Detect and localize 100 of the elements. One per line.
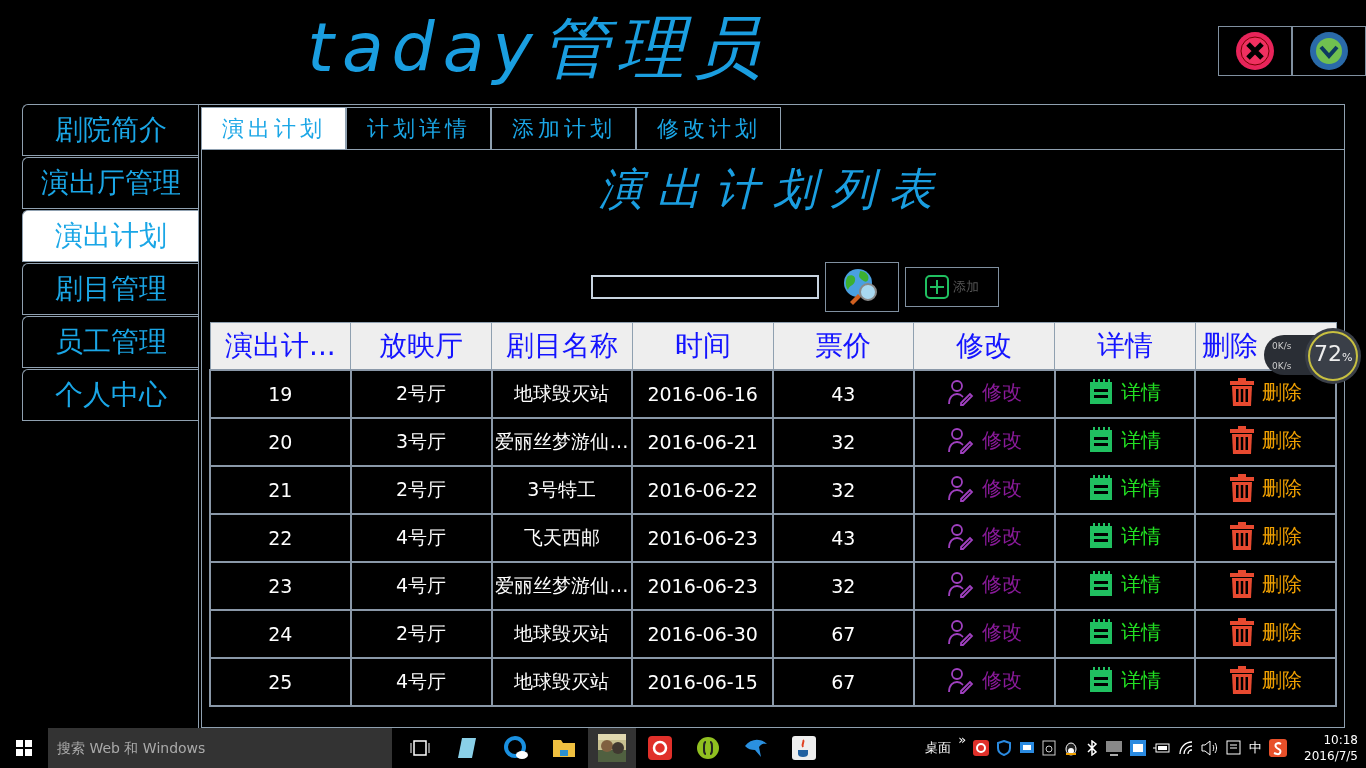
trash-icon	[1229, 666, 1254, 694]
table-cell: 67	[773, 658, 914, 706]
trash-icon	[1229, 570, 1254, 598]
devices-icon[interactable]	[1019, 740, 1036, 756]
table-cell: 2016-06-22	[632, 466, 773, 514]
task-view-icon[interactable]	[410, 740, 430, 756]
search-button[interactable]	[825, 262, 899, 312]
notepad-icon	[1088, 523, 1113, 550]
app-title: taday管理员	[307, 7, 769, 89]
person-pen-icon	[946, 474, 975, 502]
column-header: 时间	[632, 322, 773, 370]
person-pen-icon	[946, 618, 975, 646]
table-cell: 地球毁灭站	[491, 610, 633, 658]
person-pen-icon	[946, 666, 975, 694]
notification-icon[interactable]	[1226, 740, 1243, 756]
notepad-icon	[1088, 475, 1113, 502]
column-header: 演出计...	[210, 322, 351, 370]
table-cell: 32	[773, 562, 914, 610]
battery-icon[interactable]	[1153, 742, 1172, 754]
tab[interactable]: 计划详情	[346, 107, 491, 149]
music-app-icon[interactable]	[648, 736, 672, 760]
cloud-app-icon[interactable]	[503, 736, 529, 760]
sidebar-item[interactable]: 剧目管理	[22, 263, 198, 315]
person-pen-icon	[946, 570, 975, 598]
desktop-label[interactable]: 桌面	[925, 739, 952, 757]
camera-icon[interactable]	[1042, 740, 1057, 756]
ime-indicator[interactable]: 中	[1249, 739, 1263, 757]
table-cell: 2号厅	[350, 610, 492, 658]
search-field[interactable]	[591, 275, 819, 299]
plus-icon	[925, 275, 949, 299]
notepad-icon	[1088, 427, 1113, 454]
table-cell: 2016-06-15	[632, 658, 773, 706]
shield-icon[interactable]	[996, 740, 1013, 756]
notepad-icon	[1088, 379, 1113, 406]
download-rate: 0K/s	[1272, 361, 1292, 371]
upload-rate: 0K/s	[1272, 341, 1292, 351]
sidebar-item[interactable]: 演出厅管理	[22, 157, 198, 209]
person-pen-icon	[946, 426, 975, 454]
column-header: 票价	[773, 322, 914, 370]
column-header: 修改	[913, 322, 1055, 370]
table-cell: 22	[210, 514, 351, 562]
table-cell: 2号厅	[350, 370, 492, 418]
table-cell: 3号厅	[350, 418, 492, 466]
table-cell: 67	[773, 610, 914, 658]
taskbar-search-field[interactable]: 搜索 Web 和 Windows	[48, 728, 392, 768]
clock-time[interactable]: 10:18	[1323, 732, 1358, 748]
table-cell: 爱丽丝梦游仙…	[491, 418, 633, 466]
coffee-cup-icon[interactable]	[792, 736, 816, 760]
close-button[interactable]	[1218, 26, 1292, 76]
table-cell: 19	[210, 370, 351, 418]
keyboard-icon[interactable]	[1130, 740, 1147, 756]
page-title: 演出计划列表	[599, 162, 947, 216]
column-header: 详情	[1054, 322, 1196, 370]
notepad-icon	[1088, 619, 1113, 646]
tab[interactable]: 添加计划	[491, 107, 636, 149]
folder-icon[interactable]	[552, 738, 576, 758]
table-cell: 23	[210, 562, 351, 610]
overflow-label[interactable]: »	[958, 732, 967, 747]
tab[interactable]: 修改计划	[636, 107, 781, 149]
table-cell: 25	[210, 658, 351, 706]
notepad-icon	[1088, 667, 1113, 694]
windows-icon[interactable]	[16, 740, 32, 756]
chevron-circle-icon	[1309, 31, 1349, 71]
table-cell: 32	[773, 418, 914, 466]
column-header: 剧目名称	[491, 322, 633, 370]
column-header: 放映厅	[350, 322, 492, 370]
table-cell: 43	[773, 514, 914, 562]
trash-icon	[1229, 618, 1254, 646]
clock-date[interactable]: 2016/7/5	[1304, 748, 1358, 764]
person-pen-icon	[946, 378, 975, 406]
table-cell: 3号特工	[491, 466, 633, 514]
table-cell: 2016-06-23	[632, 562, 773, 610]
table-cell: 2016-06-30	[632, 610, 773, 658]
table-cell: 4号厅	[350, 562, 492, 610]
table-cell: 43	[773, 370, 914, 418]
table-cell: 21	[210, 466, 351, 514]
braces-app-icon[interactable]	[696, 736, 720, 760]
table-cell: 20	[210, 418, 351, 466]
sidebar-item[interactable]: 个人中心	[22, 369, 198, 421]
speaker-icon[interactable]	[1201, 740, 1220, 756]
memory-percent: 72%	[1314, 341, 1353, 366]
table-cell: 32	[773, 466, 914, 514]
music-tray-icon[interactable]	[973, 740, 990, 756]
table-cell: 2016-06-21	[632, 418, 773, 466]
sidebar-item[interactable]: 剧院简介	[22, 104, 198, 156]
table-cell: 2号厅	[350, 466, 492, 514]
penguin-icon[interactable]	[1063, 740, 1080, 756]
table-cell: 2016-06-23	[632, 514, 773, 562]
notepad-icon	[1088, 571, 1113, 598]
wifi-icon[interactable]	[1178, 740, 1195, 756]
table-cell: 飞天西邮	[491, 514, 633, 562]
minimize-button[interactable]	[1292, 26, 1366, 76]
bluetooth-icon[interactable]	[1086, 740, 1099, 756]
sogou-icon[interactable]	[1269, 739, 1288, 757]
monitor-icon[interactable]	[1105, 740, 1124, 756]
table-cell: 地球毁灭站	[491, 370, 633, 418]
table-cell: 24	[210, 610, 351, 658]
sidebar-item[interactable]: 员工管理	[22, 316, 198, 368]
table-cell: 2016-06-16	[632, 370, 773, 418]
trash-icon	[1229, 474, 1254, 502]
